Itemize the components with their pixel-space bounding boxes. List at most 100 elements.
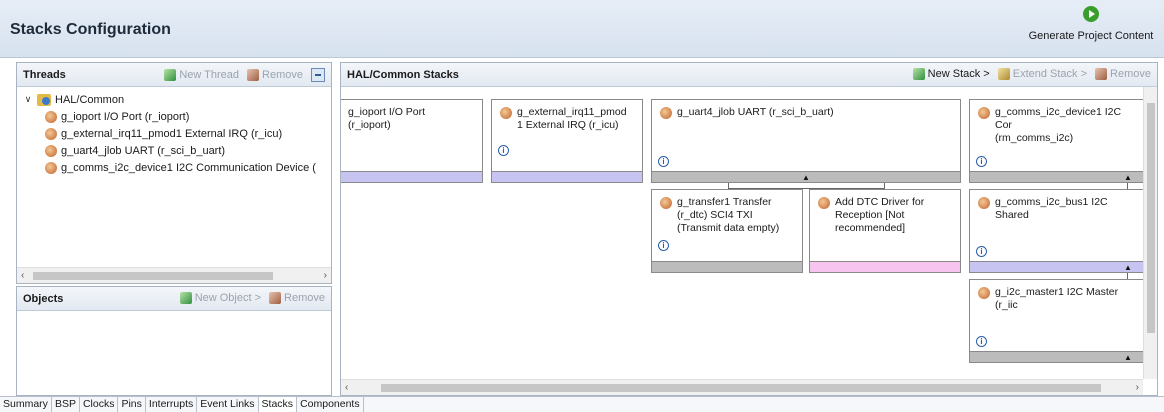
tab-event-links[interactable]: Event Links [197,397,259,412]
new-stack-button[interactable]: New Stack > [912,68,990,80]
stack-block-i2c-master[interactable]: g_i2c_master1 I2C Master (r_iic i ▲ [969,279,1145,363]
threads-header: Threads New Thread Remove [17,63,331,87]
module-icon [45,127,57,140]
new-thread-label: New Thread [179,69,240,81]
info-icon[interactable]: i [976,156,987,167]
scroll-left-icon[interactable]: ‹ [21,270,24,281]
remove-thread-button[interactable]: Remove [247,69,303,81]
stacks-panel: HAL/Common Stacks New Stack > Extend Sta… [340,62,1158,396]
block-subtitle: Reception [Not [835,209,905,221]
new-stack-icon [912,68,925,80]
tree-node-label: g_uart4_jlob UART (r_sci_b_uart) [61,144,226,157]
extend-stack-label: Extend Stack > [1012,68,1088,80]
block-title: g_ioport I/O Port [348,106,426,118]
stack-block-uart[interactable]: g_uart4_jlob UART (r_sci_b_uart) i ▲ [651,99,961,183]
threads-hscrollbar[interactable]: ‹ › [17,267,331,283]
block-title: g_uart4_jlob UART (r_sci_b_uart) [677,106,834,118]
block-title: g_i2c_master1 I2C Master (r_iic [995,286,1119,311]
scroll-left-icon[interactable]: ‹ [345,382,348,393]
new-thread-icon [164,69,177,81]
expand-up-icon[interactable]: ▲ [802,173,810,182]
expand-chevron-icon[interactable]: ∨ [23,94,33,105]
new-object-button[interactable]: New Object > [179,292,261,304]
new-thread-button[interactable]: New Thread [164,69,239,81]
expand-up-icon[interactable]: ▲ [1124,263,1132,272]
block-title: g_transfer1 Transfer [677,196,772,208]
tree-node-label: g_ioport I/O Port (r_ioport) [61,110,190,123]
remove-stack-label: Remove [1110,68,1151,80]
info-icon[interactable]: i [498,145,509,156]
tree-node-label: g_external_irq11_pmod1 External IRQ (r_i… [61,127,283,140]
tab-clocks[interactable]: Clocks [80,397,119,412]
stack-block-comms-i2c-bus[interactable]: g_comms_i2c_bus1 I2C Shared i ▲ [969,189,1145,273]
remove-stack-button[interactable]: Remove [1095,68,1151,80]
info-icon[interactable]: i [658,156,669,167]
tree-node-hal-common[interactable]: ∨ HAL/Common [23,91,331,108]
tree-node-ioport[interactable]: g_ioport I/O Port (r_ioport) [23,108,331,125]
threads-panel: Threads New Thread Remove ∨ HAL/Common g… [16,62,332,284]
generate-project-content-button[interactable]: Generate Project Content [1026,6,1156,50]
tab-stacks[interactable]: Stacks [258,397,298,412]
scroll-right-icon[interactable]: › [1136,382,1139,393]
tree-node-label: HAL/Common [55,93,125,106]
tree-node-label: g_comms_i2c_device1 I2C Communication De… [61,161,316,174]
extend-stack-icon [997,68,1010,80]
stack-bar [810,261,960,272]
extend-stack-button[interactable]: Extend Stack > [997,68,1088,80]
info-icon[interactable]: i [976,246,987,257]
info-icon[interactable]: i [658,240,669,251]
expand-up-icon[interactable]: ▲ [1124,353,1132,362]
hal-common-icon [37,93,51,106]
scroll-right-icon[interactable]: › [324,270,327,281]
remove-object-label: Remove [284,292,325,304]
new-stack-label: New Stack > [927,68,990,80]
remove-icon [269,292,282,304]
remove-icon [247,69,260,81]
tree-node-comms-i2c[interactable]: g_comms_i2c_device1 I2C Communication De… [23,159,331,176]
block-title: g_comms_i2c_bus1 I2C Shared [995,196,1108,221]
stack-block-external-irq[interactable]: g_external_irq11_pmod 1 External IRQ (r_i… [491,99,643,183]
module-icon [978,287,990,299]
collapse-all-icon[interactable] [311,68,325,82]
expand-up-icon[interactable]: ▲ [1124,173,1132,182]
stack-block-comms-i2c-device[interactable]: g_comms_i2c_device1 I2C Cor (rm_comms_i2c… [969,99,1145,183]
info-icon[interactable]: i [976,336,987,347]
module-icon [978,197,990,209]
module-icon [45,144,57,157]
remove-icon [1095,68,1108,80]
stack-block-ioport[interactable]: g_ioport I/O Port (r_ioport) [341,99,483,183]
tab-components[interactable]: Components [297,397,364,412]
config-tabs: Summary BSP Clocks Pins Interrupts Event… [0,396,1164,412]
stacks-hscrollbar[interactable]: ‹ › [341,379,1143,395]
tab-summary[interactable]: Summary [0,397,52,412]
module-icon [45,161,57,174]
stack-block-add-dtc[interactable]: Add DTC Driver for Reception [Not recommen… [809,189,961,273]
block-title: g_external_irq11_pmod [517,106,627,118]
tab-pins[interactable]: Pins [118,397,146,412]
stack-bar: ▲ [970,351,1144,362]
stack-block-transfer[interactable]: g_transfer1 Transfer (r_dtc) SCI4 TXI (Tra… [651,189,803,273]
stacks-config-titlebar: Stacks Configuration Generate Project Co… [0,0,1164,58]
tree-node-external-irq[interactable]: g_external_irq11_pmod1 External IRQ (r_i… [23,125,331,142]
stacks-title: HAL/Common Stacks [347,69,459,81]
block-title: g_comms_i2c_device1 I2C Cor [995,106,1122,131]
tab-bsp[interactable]: BSP [52,397,80,412]
remove-thread-label: Remove [262,69,303,81]
block-subtitle: (r_dtc) SCI4 TXI [677,209,753,221]
module-icon [660,107,672,119]
block-subtitle: (r_ioport) [348,119,391,131]
stack-bar [492,171,642,182]
scroll-thumb[interactable] [33,272,273,280]
stacks-vscrollbar[interactable] [1143,87,1157,379]
scroll-thumb[interactable] [1147,103,1155,333]
block-subtitle: recommended] [835,222,906,234]
remove-object-button[interactable]: Remove [269,292,325,304]
module-icon [660,197,672,209]
page-title: Stacks Configuration [10,21,171,38]
tree-node-uart[interactable]: g_uart4_jlob UART (r_sci_b_uart) [23,142,331,159]
module-icon [45,110,57,123]
stack-bar: ▲ [970,261,1144,272]
scroll-thumb[interactable] [381,384,1101,392]
tab-interrupts[interactable]: Interrupts [146,397,198,412]
objects-panel: Objects New Object > Remove [16,286,332,396]
